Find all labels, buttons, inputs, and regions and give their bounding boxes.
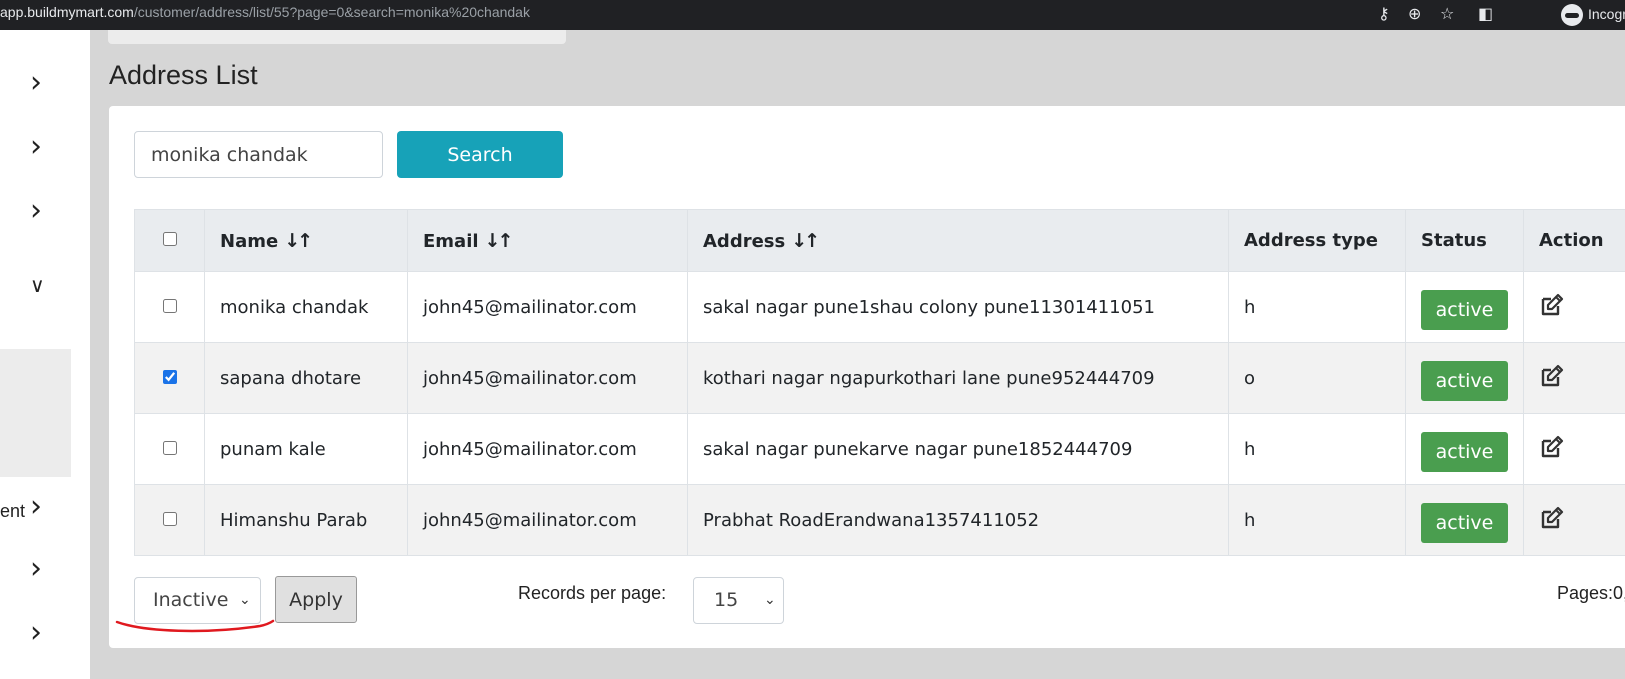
cell-status: active	[1405, 271, 1524, 343]
address-list-card: Search Name↓↑ Email↓↑ Address↓↑ Address …	[109, 106, 1625, 648]
cell-email: john45@mailinator.com	[407, 484, 688, 556]
cell-status: active	[1405, 413, 1524, 485]
column-header-address-type: Address type	[1228, 209, 1406, 272]
cell-status: active	[1405, 484, 1524, 556]
table-header-row: Name ↓↑ Email ↓↑ Address ↓↑ Address type St…	[134, 209, 1625, 272]
edit-icon[interactable]	[1539, 505, 1565, 531]
apply-button[interactable]: Apply	[275, 576, 357, 623]
row-select-cell	[134, 484, 205, 556]
cell-name: punam kale	[204, 413, 408, 485]
table-row: Himanshu Parab john45@mailinator.com Prabh…	[134, 484, 1625, 556]
sort-icon[interactable]: ↓↑	[791, 230, 820, 252]
previous-card	[108, 30, 566, 44]
column-label: Name	[220, 230, 279, 252]
cell-action	[1523, 271, 1625, 343]
cell-action	[1523, 342, 1625, 414]
row-checkbox[interactable]	[162, 440, 177, 455]
cell-address: sakal nagar punekarve nagar pune18524447…	[687, 413, 1229, 485]
sidebar-item-label[interactable]: ent	[0, 501, 25, 522]
chevron-down-icon: ⌄	[764, 592, 776, 608]
bulk-status-value: Inactive	[153, 589, 229, 611]
pagination-label: Pages:0,	[1557, 583, 1625, 604]
side-panel-icon[interactable]: ◧	[1478, 3, 1493, 25]
url-path: /customer/address/list/55?page=0&search=…	[133, 4, 530, 20]
zoom-icon[interactable]: ⊕	[1408, 3, 1421, 25]
browser-toolbar: app.buildmymart.com/customer/address/lis…	[0, 0, 1625, 30]
column-header-address[interactable]: Address ↓↑	[687, 209, 1229, 272]
column-label: Address	[703, 230, 786, 252]
status-badge[interactable]: active	[1421, 432, 1508, 472]
cell-address-type: h	[1228, 484, 1406, 556]
cell-email: john45@mailinator.com	[407, 271, 688, 343]
edit-icon[interactable]	[1539, 363, 1565, 389]
status-badge[interactable]: active	[1421, 503, 1508, 543]
table-row: monika chandak john45@mailinator.com sakal…	[134, 271, 1625, 343]
select-all-checkbox[interactable]	[162, 232, 177, 246]
chevron-right-icon[interactable]: ›	[30, 196, 42, 226]
edit-icon[interactable]	[1539, 434, 1565, 460]
records-per-page-select[interactable]: 15 ⌄	[693, 577, 784, 624]
cell-address: sakal nagar pune1shau colony pune1130141…	[687, 271, 1229, 343]
row-select-cell	[134, 342, 205, 414]
star-icon[interactable]: ☆	[1440, 3, 1454, 25]
column-header-name[interactable]: Name ↓↑	[204, 209, 408, 272]
row-select-cell	[134, 271, 205, 343]
cell-address-type: h	[1228, 271, 1406, 343]
cell-action	[1523, 413, 1625, 485]
key-icon[interactable]: ⚷	[1378, 3, 1390, 25]
incognito-icon[interactable]	[1561, 4, 1583, 26]
cell-address-type: o	[1228, 342, 1406, 414]
row-checkbox[interactable]	[162, 511, 177, 526]
column-header-action: Action	[1523, 209, 1625, 272]
profile-label: Incogn	[1588, 6, 1625, 22]
chevron-right-icon[interactable]: ›	[30, 554, 42, 584]
chevron-right-icon[interactable]: ›	[30, 618, 42, 648]
status-badge[interactable]: active	[1421, 361, 1508, 401]
sort-icon[interactable]: ↓↑	[485, 230, 514, 252]
row-select-cell	[134, 413, 205, 485]
cell-email: john45@mailinator.com	[407, 413, 688, 485]
select-all-cell	[134, 209, 205, 272]
chevron-right-icon[interactable]: ›	[30, 132, 42, 162]
records-per-page-value: 15	[714, 589, 739, 611]
row-checkbox[interactable]	[162, 298, 177, 313]
cell-action	[1523, 484, 1625, 556]
cell-name: monika chandak	[204, 271, 408, 343]
chevron-right-icon[interactable]: ›	[30, 68, 42, 98]
address-bar[interactable]: app.buildmymart.com/customer/address/lis…	[0, 4, 530, 20]
cell-email: john45@mailinator.com	[407, 342, 688, 414]
search-input[interactable]	[134, 131, 383, 178]
chevron-down-icon[interactable]: ∨	[30, 270, 45, 300]
cell-address: Prabhat RoadErandwana1357411052	[687, 484, 1229, 556]
column-header-email[interactable]: Email ↓↑	[407, 209, 688, 272]
search-button[interactable]: Search	[397, 131, 563, 178]
table-row: sapana dhotare john45@mailinator.com kotha…	[134, 342, 1625, 414]
page-title: Address List	[109, 60, 258, 90]
cell-name: Himanshu Parab	[204, 484, 408, 556]
edit-icon[interactable]	[1539, 292, 1565, 318]
pages-text: Pages:0,	[1557, 583, 1625, 603]
sidebar-active-section	[0, 349, 71, 477]
cell-address: kothari nagar ngapurkothari lane pune952…	[687, 342, 1229, 414]
url-host: app.buildmymart.com	[0, 4, 134, 20]
cell-address-type: h	[1228, 413, 1406, 485]
cell-name: sapana dhotare	[204, 342, 408, 414]
sort-icon[interactable]: ↓↑	[284, 230, 313, 252]
sidebar: › › › ∨ ent › › › ›	[0, 30, 90, 679]
status-badge[interactable]: active	[1421, 290, 1508, 330]
annotation-underline	[115, 619, 275, 633]
column-label: Email	[423, 230, 479, 252]
table-row: punam kale john45@mailinator.com sakal nag…	[134, 413, 1625, 485]
cell-status: active	[1405, 342, 1524, 414]
address-table: Name ↓↑ Email ↓↑ Address ↓↑ Address type St…	[134, 209, 1625, 556]
chevron-right-icon[interactable]: ›	[30, 492, 42, 522]
row-checkbox[interactable]	[162, 369, 177, 384]
column-header-status: Status	[1405, 209, 1524, 272]
records-per-page-label: Records per page:	[518, 583, 667, 603]
